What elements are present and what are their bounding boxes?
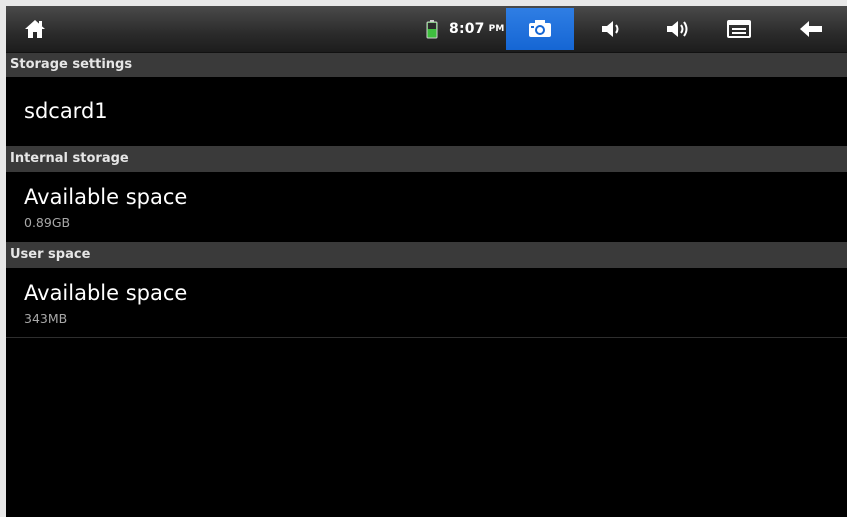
screenshot-button[interactable] <box>506 8 574 50</box>
internal-storage-header: Internal storage <box>6 146 847 172</box>
home-icon[interactable] <box>20 6 50 52</box>
user-available-space-value: 343MB <box>24 311 68 326</box>
clock-time: 8:07 <box>449 21 485 37</box>
menu-icon[interactable] <box>724 6 754 52</box>
back-icon[interactable] <box>796 6 826 52</box>
volume-up-icon[interactable] <box>662 6 696 52</box>
list-divider <box>6 337 847 338</box>
sdcard-label: sdcard1 <box>24 99 108 123</box>
sdcard-item[interactable]: sdcard1 <box>6 77 847 146</box>
internal-available-space-value: 0.89GB <box>24 215 71 230</box>
page-title: Storage settings <box>6 53 847 77</box>
user-available-space-item[interactable]: Available space 343MB <box>6 268 847 337</box>
status-clock: 8:07 PM <box>449 6 505 52</box>
internal-available-space-item[interactable]: Available space 0.89GB <box>6 172 847 242</box>
clock-ampm: PM <box>488 24 505 34</box>
app-window: 8:07 PM Storage settings sdcard1 Interna… <box>6 6 847 517</box>
volume-down-icon[interactable] <box>596 6 626 52</box>
internal-available-space-title: Available space <box>24 185 188 209</box>
status-bar: 8:07 PM <box>6 6 847 53</box>
battery-icon <box>424 6 440 52</box>
user-space-header: User space <box>6 242 847 268</box>
screenshot-icon <box>529 20 551 37</box>
user-available-space-title: Available space <box>24 281 188 305</box>
